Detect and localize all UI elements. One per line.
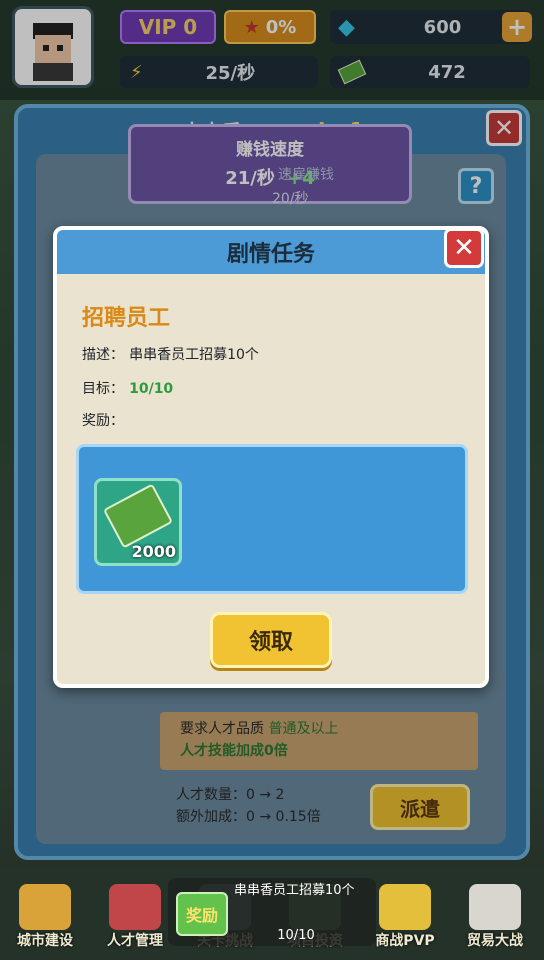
- toast-reward-badge[interactable]: 奖励: [176, 892, 228, 936]
- task-name: 招聘员工: [82, 306, 171, 331]
- description-label: 描述：: [82, 347, 124, 363]
- reward-amount: 2000: [131, 542, 176, 561]
- description-text: 串串香员工招募10个: [129, 347, 259, 363]
- nav-city-build[interactable]: 城市建设: [0, 884, 90, 956]
- nav-label: 人才管理: [107, 933, 163, 949]
- trade-icon: [469, 884, 521, 930]
- task-goal: 目标： 10/10: [82, 378, 173, 398]
- talent-icon: [109, 884, 161, 930]
- toast-text: 串串香员工招募10个: [234, 883, 355, 898]
- goal-label: 目标：: [82, 381, 124, 397]
- dialog-title: 剧情任务: [226, 242, 315, 267]
- close-icon[interactable]: ✕: [444, 228, 484, 268]
- nav-label: 商战PVP: [375, 933, 435, 949]
- reward-label: 奖励：: [82, 413, 124, 429]
- nav-talent[interactable]: 人才管理: [90, 884, 180, 956]
- nav-trade[interactable]: 贸易大战: [450, 884, 540, 956]
- pvp-icon: [379, 884, 431, 930]
- toast-progress: 10/10: [277, 928, 315, 943]
- task-description: 描述： 串串香员工招募10个: [82, 344, 259, 364]
- construction-icon: [19, 884, 71, 930]
- claim-button[interactable]: 领取: [210, 612, 332, 668]
- goal-value: 10/10: [129, 381, 174, 397]
- nav-label: 城市建设: [17, 933, 73, 949]
- nav-label: 贸易大战: [467, 933, 523, 949]
